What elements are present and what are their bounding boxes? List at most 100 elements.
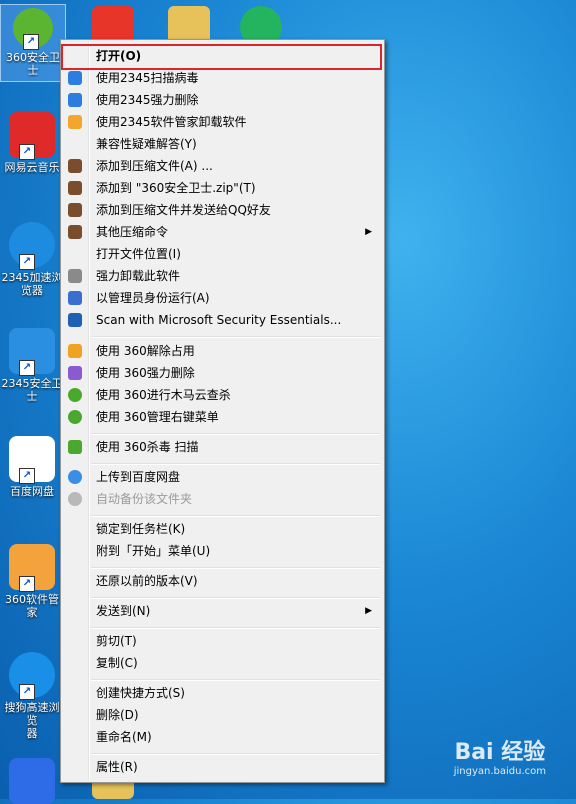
menu-separator xyxy=(91,627,380,629)
shield-2345-icon: ↗ xyxy=(9,328,55,376)
menu-item-label: 复制(C) xyxy=(96,656,138,670)
desktop-icon-label: 360软件管家 xyxy=(5,593,59,619)
menu-item-archive-send-qq[interactable]: 添加到压缩文件并发送给QQ好友 xyxy=(63,199,382,221)
menu-item-mse-scan[interactable]: Scan with Microsoft Security Essentials.… xyxy=(63,309,382,331)
menu-item-open-location[interactable]: 打开文件位置(I) xyxy=(63,243,382,265)
desktop-icon-360-security[interactable]: ↗ 360安全卫士 xyxy=(0,4,66,82)
menu-separator xyxy=(91,336,380,338)
shortcut-arrow-icon: ↗ xyxy=(19,360,35,376)
menu-separator xyxy=(91,753,380,755)
baidu-pan-icon xyxy=(68,470,82,484)
submenu-arrow-icon: ▶ xyxy=(365,606,372,616)
netease-music-icon: ↗ xyxy=(9,112,55,160)
desktop: ↗ 360安全卫士 ↗ 网易云音乐 ↗ 2345加速浏 览器 ↗ 2345安全卫… xyxy=(0,0,576,804)
menu-item-label: 锁定到任务栏(K) xyxy=(96,522,186,536)
menu-item-label: 剪切(T) xyxy=(96,634,137,648)
menu-item-copy[interactable]: 复制(C) xyxy=(63,652,382,674)
menu-item-upload-baidu-pan[interactable]: 上传到百度网盘 xyxy=(63,466,382,488)
wps-icon xyxy=(9,758,55,804)
menu-item-360-force-delete[interactable]: 使用 360强力删除 xyxy=(63,362,382,384)
menu-item-label: 属性(R) xyxy=(96,760,138,774)
menu-item-add-zip[interactable]: 添加到 "360安全卫士.zip"(T) xyxy=(63,177,382,199)
menu-item-label: 使用2345强力删除 xyxy=(96,93,199,107)
delete-360-icon xyxy=(68,366,82,380)
menu-item-label: 上传到百度网盘 xyxy=(96,470,181,484)
logo-360-icon: ↗ xyxy=(13,8,53,50)
desktop-icon-label: 网易云音乐 xyxy=(4,161,60,174)
menu-item-cut[interactable]: 剪切(T) xyxy=(63,630,382,652)
menu-item-label: 添加到压缩文件并发送给QQ好友 xyxy=(96,203,271,217)
menu-item-force-uninstall[interactable]: 强力卸载此软件 xyxy=(63,265,382,287)
desktop-icon-wps[interactable] xyxy=(0,758,64,804)
shortcut-arrow-icon: ↗ xyxy=(23,34,39,50)
baidu-pan-icon: ↗ xyxy=(9,436,55,484)
menu-item-run-as-admin[interactable]: 以管理员身份运行(A) xyxy=(63,287,382,309)
shield-360-icon xyxy=(68,440,82,454)
archive-icon xyxy=(68,181,82,195)
desktop-icon-label: 2345安全卫 士 xyxy=(1,377,63,403)
menu-item-label: 发送到(N) xyxy=(96,604,151,618)
menu-item-auto-backup: 自动备份该文件夹 xyxy=(63,488,382,510)
desktop-icon-sogou-browser[interactable]: ↗ 搜狗高速浏览 器 xyxy=(0,652,64,740)
menu-item-restore-versions[interactable]: 还原以前的版本(V) xyxy=(63,570,382,592)
menu-item-delete[interactable]: 删除(D) xyxy=(63,704,382,726)
menu-item-360-antivirus-scan[interactable]: 使用 360杀毒 扫描 xyxy=(63,436,382,458)
menu-item-label: 使用 360进行木马云查杀 xyxy=(96,388,231,402)
menu-separator xyxy=(91,515,380,517)
menu-item-label: 使用 360强力删除 xyxy=(96,366,195,380)
menu-item-create-shortcut[interactable]: 创建快捷方式(S) xyxy=(63,682,382,704)
menu-item-label: 自动备份该文件夹 xyxy=(96,492,193,506)
menu-item-2345-uninstall[interactable]: 使用2345软件管家卸载软件 xyxy=(63,111,382,133)
menu-item-send-to[interactable]: 发送到(N) ▶ xyxy=(63,600,382,622)
menu-item-compatibility[interactable]: 兼容性疑难解答(Y) xyxy=(63,133,382,155)
desktop-icon-label: 360安全卫士 xyxy=(6,51,60,77)
menu-item-label: 删除(D) xyxy=(96,708,139,722)
sogou-browser-icon: ↗ xyxy=(9,652,55,700)
menu-item-label: 兼容性疑难解答(Y) xyxy=(96,137,197,151)
baidu-watermark: Bai 经验 jingyan.baidu.com xyxy=(454,734,546,777)
menu-item-label: 使用 360杀毒 扫描 xyxy=(96,440,199,454)
archive-icon xyxy=(68,203,82,217)
menu-item-pin-start[interactable]: 附到「开始」菜单(U) xyxy=(63,540,382,562)
menu-item-properties[interactable]: 属性(R) xyxy=(63,756,382,778)
menu-item-label: 创建快捷方式(S) xyxy=(96,686,185,700)
menu-item-rename[interactable]: 重命名(M) xyxy=(63,726,382,748)
menu-item-360-unlock[interactable]: 使用 360解除占用 xyxy=(63,340,382,362)
menu-item-label: 打开文件位置(I) xyxy=(96,247,181,261)
logo-360-icon xyxy=(68,410,82,424)
baidu-pan-icon xyxy=(68,492,82,506)
menu-item-other-compress[interactable]: 其他压缩命令 ▶ xyxy=(63,221,382,243)
logo-360-icon xyxy=(68,388,82,402)
desktop-icon-360-software[interactable]: ↗ 360软件管家 xyxy=(0,544,64,619)
software-360-icon: ↗ xyxy=(9,544,55,592)
submenu-arrow-icon: ▶ xyxy=(365,227,372,237)
menu-item-label: 使用2345软件管家卸载软件 xyxy=(96,115,247,129)
uac-shield-icon xyxy=(68,291,82,305)
menu-item-label: 以管理员身份运行(A) xyxy=(96,291,210,305)
archive-icon xyxy=(68,159,82,173)
shortcut-arrow-icon: ↗ xyxy=(19,684,35,700)
context-menu: 打开(O) 使用2345扫描病毒 使用2345强力删除 使用2345软件管家卸载… xyxy=(60,39,385,783)
apps-2345-icon xyxy=(68,115,82,129)
menu-item-label: 使用 360管理右键菜单 xyxy=(96,410,219,424)
desktop-icon-2345-browser[interactable]: ↗ 2345加速浏 览器 xyxy=(0,222,64,297)
menu-item-2345-delete[interactable]: 使用2345强力删除 xyxy=(63,89,382,111)
desktop-icon-baidu-pan[interactable]: ↗ 百度网盘 xyxy=(0,436,64,498)
menu-separator xyxy=(91,597,380,599)
menu-item-360-trojan-scan[interactable]: 使用 360进行木马云查杀 xyxy=(63,384,382,406)
menu-item-label: 还原以前的版本(V) xyxy=(96,574,198,588)
unlock-360-icon xyxy=(68,344,82,358)
menu-item-2345-scan[interactable]: 使用2345扫描病毒 xyxy=(63,67,382,89)
menu-item-360-manage-menu[interactable]: 使用 360管理右键菜单 xyxy=(63,406,382,428)
watermark-brand: Bai 经验 xyxy=(454,740,546,765)
menu-item-label: 添加到 "360安全卫士.zip"(T) xyxy=(96,181,256,195)
menu-item-label: 重命名(M) xyxy=(96,730,152,744)
menu-item-label: Scan with Microsoft Security Essentials.… xyxy=(96,313,342,327)
menu-item-label: 添加到压缩文件(A) ... xyxy=(96,159,213,173)
archive-icon xyxy=(68,225,82,239)
shortcut-arrow-icon: ↗ xyxy=(19,254,35,270)
menu-item-pin-taskbar[interactable]: 锁定到任务栏(K) xyxy=(63,518,382,540)
desktop-icon-netease-music[interactable]: ↗ 网易云音乐 xyxy=(0,112,64,174)
desktop-icon-2345-security[interactable]: ↗ 2345安全卫 士 xyxy=(0,328,64,403)
menu-item-add-archive[interactable]: 添加到压缩文件(A) ... xyxy=(63,155,382,177)
